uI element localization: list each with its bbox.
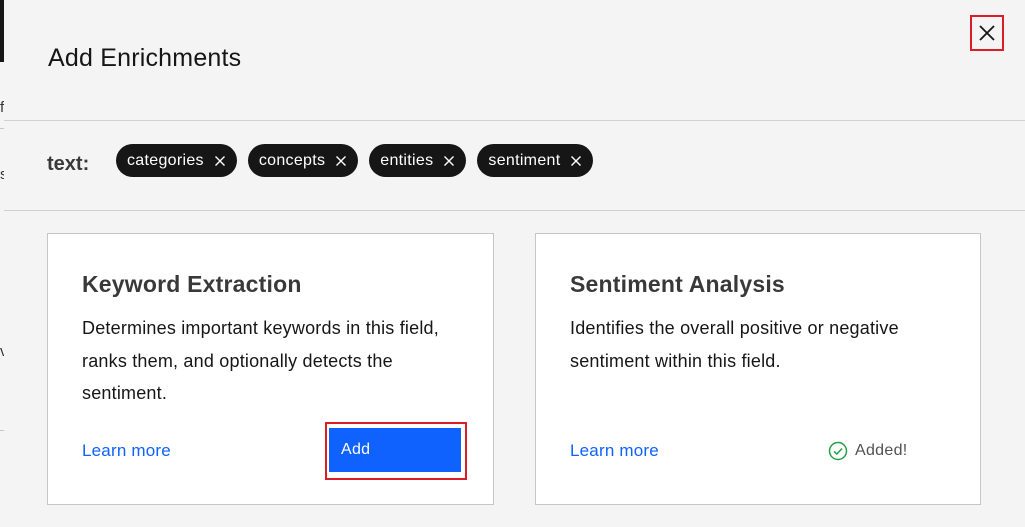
card-title: Keyword Extraction [82,271,302,297]
remove-tag-button[interactable] [442,154,456,168]
card-title: Sentiment Analysis [570,271,785,297]
enrichment-tag-list: categories concepts entities sentiment [116,144,594,177]
learn-more-link[interactable]: Learn more [570,441,659,461]
enrichment-card-sentiment-analysis: Sentiment Analysis Identifies the overal… [535,233,981,505]
close-icon [978,24,996,42]
remove-tag-button[interactable] [569,154,583,168]
close-icon [444,155,455,166]
tags-divider [4,210,1025,211]
close-icon [571,155,582,166]
added-status-label: Added! [855,442,908,459]
close-button[interactable] [970,15,1004,51]
tag-label: sentiment [488,151,561,169]
tag-label: categories [127,151,204,169]
enrichment-card-keyword-extraction: Keyword Extraction Determines important … [47,233,494,505]
tag-sentiment: sentiment [477,144,594,177]
added-status: Added! [828,441,908,461]
add-button-highlight: Add [325,422,467,480]
learn-more-link[interactable]: Learn more [82,441,171,461]
field-label: text: [47,153,90,175]
tag-label: concepts [258,151,326,169]
add-button[interactable]: Add [329,428,461,472]
close-icon [214,155,225,166]
add-enrichments-modal: Add Enrichments text: categories concept… [4,0,1025,527]
card-description: Determines important keywords in this fi… [82,318,439,403]
tag-entities: entities [369,144,467,177]
checkmark-outline-icon [828,441,848,461]
close-icon [336,155,347,166]
header-divider [4,120,1025,121]
tag-label: entities [380,151,434,169]
tag-categories: categories [116,144,237,177]
modal-title: Add Enrichments [48,44,242,72]
tag-concepts: concepts [247,144,359,177]
remove-tag-button[interactable] [334,154,348,168]
remove-tag-button[interactable] [213,154,227,168]
card-description: Identifies the overall positive or negat… [570,318,899,371]
